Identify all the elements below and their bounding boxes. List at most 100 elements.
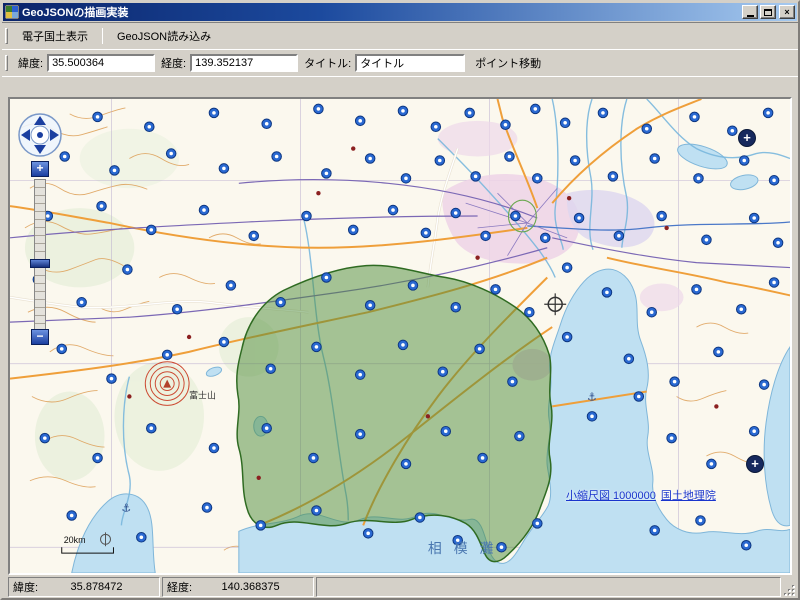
map-marker[interactable] <box>608 172 618 182</box>
map-marker[interactable] <box>401 174 411 184</box>
map-marker[interactable] <box>531 104 541 114</box>
map-marker[interactable] <box>508 377 518 387</box>
map-marker[interactable] <box>398 106 408 116</box>
map-marker[interactable] <box>355 116 365 126</box>
map-marker[interactable] <box>147 423 157 433</box>
map-marker[interactable] <box>276 298 286 308</box>
map-marker[interactable] <box>312 506 322 516</box>
map-marker[interactable] <box>415 513 425 523</box>
map-marker[interactable] <box>166 149 176 159</box>
map-marker[interactable] <box>491 285 501 295</box>
map-marker[interactable] <box>670 377 680 387</box>
map-marker[interactable] <box>355 429 365 439</box>
map-marker[interactable] <box>562 332 572 342</box>
zoom-in-button[interactable]: + <box>31 161 49 177</box>
map-marker[interactable] <box>598 108 608 118</box>
map-marker[interactable] <box>302 211 312 221</box>
map-marker[interactable] <box>692 285 702 295</box>
map-marker[interactable] <box>587 412 597 422</box>
map-marker[interactable] <box>773 238 783 248</box>
map-marker[interactable] <box>562 263 572 273</box>
map-marker[interactable] <box>97 201 107 211</box>
map-marker[interactable] <box>226 281 236 291</box>
map-marker[interactable] <box>262 119 272 129</box>
map-marker[interactable] <box>388 205 398 215</box>
minimize-button[interactable] <box>742 5 758 19</box>
map-marker[interactable] <box>147 225 157 235</box>
map-marker[interactable] <box>540 233 550 243</box>
map-marker[interactable] <box>560 118 570 128</box>
map-marker[interactable] <box>478 453 488 463</box>
gsi-link[interactable]: 国土地理院 <box>661 490 716 502</box>
map-marker[interactable] <box>401 459 411 469</box>
scale-map-link[interactable]: 小縮尺図 1000000 <box>566 490 656 502</box>
geojson-polygon[interactable] <box>237 265 552 561</box>
map-marker[interactable] <box>501 120 511 130</box>
map-marker[interactable] <box>574 213 584 223</box>
window-titlebar[interactable]: GeoJSONの描画実装 × <box>3 3 797 21</box>
map-marker[interactable] <box>107 374 117 384</box>
map-marker[interactable] <box>525 307 535 317</box>
longitude-input[interactable] <box>190 54 298 72</box>
map-marker[interactable] <box>505 152 515 162</box>
map-marker[interactable] <box>123 265 133 275</box>
map-marker[interactable] <box>209 108 219 118</box>
map-marker[interactable] <box>209 443 219 453</box>
map-marker[interactable] <box>769 278 779 288</box>
map-marker[interactable] <box>471 172 481 182</box>
map-marker[interactable] <box>642 124 652 134</box>
electronic-land-display-button[interactable]: 電子国土表示 <box>12 25 98 47</box>
map-marker[interactable] <box>314 104 324 114</box>
map-marker[interactable] <box>749 426 759 436</box>
map-marker[interactable] <box>145 122 155 132</box>
map-marker[interactable] <box>690 112 700 122</box>
overlay-plus-button[interactable]: + <box>746 455 764 473</box>
map-marker[interactable] <box>266 364 276 374</box>
map-marker[interactable] <box>93 453 103 463</box>
map-marker[interactable] <box>451 208 461 218</box>
map-marker[interactable] <box>694 174 704 184</box>
map-marker[interactable] <box>667 433 677 443</box>
map-marker[interactable] <box>481 231 491 241</box>
zoom-out-button[interactable]: − <box>31 329 49 345</box>
map-marker[interactable] <box>312 342 322 352</box>
map-marker[interactable] <box>137 533 147 543</box>
pan-control[interactable] <box>16 111 64 159</box>
maximize-button[interactable] <box>760 5 776 19</box>
map-marker[interactable] <box>93 112 103 122</box>
map-marker[interactable] <box>431 122 441 132</box>
map-marker[interactable] <box>249 231 259 241</box>
map-marker[interactable] <box>451 302 461 312</box>
map-marker[interactable] <box>438 367 448 377</box>
map-marker[interactable] <box>309 453 319 463</box>
map-marker[interactable] <box>533 519 543 529</box>
map-marker[interactable] <box>256 521 266 531</box>
map-marker[interactable] <box>702 235 712 245</box>
map-marker[interactable] <box>475 344 485 354</box>
map-marker[interactable] <box>728 126 738 136</box>
map-marker[interactable] <box>363 529 373 539</box>
map-marker[interactable] <box>749 213 759 223</box>
map-marker[interactable] <box>355 370 365 380</box>
map-marker[interactable] <box>614 231 624 241</box>
map-marker[interactable] <box>602 288 612 298</box>
map-marker[interactable] <box>219 337 229 347</box>
map-marker[interactable] <box>219 164 229 174</box>
map-marker[interactable] <box>348 225 358 235</box>
map-marker[interactable] <box>511 211 521 221</box>
map-marker[interactable] <box>739 156 749 166</box>
resize-grip-icon[interactable] <box>783 584 796 597</box>
close-button[interactable]: × <box>779 5 795 19</box>
map-marker[interactable] <box>714 347 724 357</box>
latitude-input[interactable] <box>47 54 155 72</box>
map-marker[interactable] <box>77 298 87 308</box>
map-marker[interactable] <box>57 344 67 354</box>
zoom-slider-handle[interactable] <box>30 259 50 268</box>
map-marker[interactable] <box>647 307 657 317</box>
map-marker[interactable] <box>199 205 209 215</box>
map-marker[interactable] <box>707 459 717 469</box>
map-marker[interactable] <box>202 503 212 513</box>
map-marker[interactable] <box>570 156 580 166</box>
map-marker[interactable] <box>441 426 451 436</box>
map-marker[interactable] <box>40 433 50 443</box>
